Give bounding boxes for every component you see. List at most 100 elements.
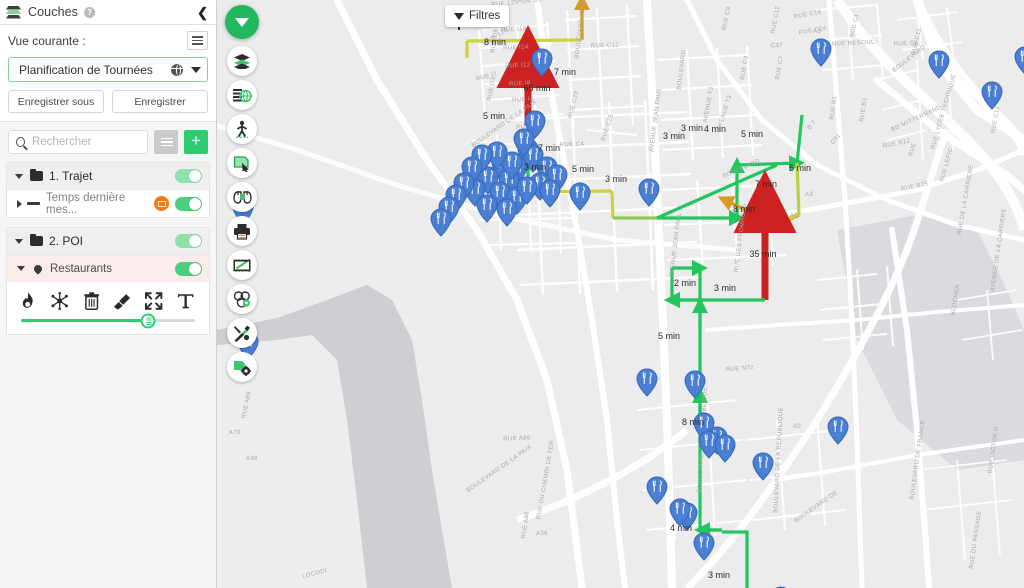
svg-text:5 min: 5 min — [789, 163, 811, 173]
svg-text:A79: A79 — [229, 430, 241, 436]
view-select[interactable]: Planification de Tournées — [8, 57, 208, 82]
layer-group-poi: 2. POI Restaurants — [6, 227, 210, 335]
svg-text:RUE A89: RUE A89 — [503, 436, 531, 443]
search-input[interactable] — [31, 136, 140, 148]
heatmap-icon[interactable] — [19, 291, 38, 311]
svg-text:5 min: 5 min — [483, 111, 505, 121]
buffer-rings-icon — [233, 290, 250, 308]
save-as-button[interactable]: Enregistrer sous — [8, 90, 104, 113]
add-layer-button[interactable]: + — [184, 130, 208, 154]
collapse-panel-button[interactable]: ❮ — [197, 6, 208, 19]
pedestrian-button[interactable] — [227, 114, 257, 144]
page-title: Couches — [28, 5, 79, 19]
map-canvas[interactable]: RUE I18 RUE I14 RUE I12 RUE I8 RUE I4 RU… — [217, 0, 1024, 588]
basemap-layers-button[interactable] — [227, 46, 257, 76]
svg-text:7 min: 7 min — [538, 143, 560, 153]
map-toolbar — [225, 5, 259, 382]
group-title: 2. POI — [49, 234, 84, 248]
line-symbol-icon — [27, 202, 40, 205]
save-button[interactable]: Enregistrer — [112, 90, 208, 113]
triangle-down-icon — [235, 17, 249, 27]
layer-visibility-toggle[interactable] — [175, 196, 202, 211]
list-view-icon — [160, 137, 173, 147]
map-toolbar-main-button[interactable] — [225, 5, 259, 39]
tools-button[interactable] — [227, 318, 257, 348]
layers-stack-icon — [6, 5, 21, 19]
layer-tools-row — [7, 282, 209, 315]
view-select-value: Planification de Tournées — [19, 62, 153, 77]
layer-name: Restaurants — [50, 262, 113, 275]
svg-text:7 min: 7 min — [755, 179, 777, 189]
binoculars-icon — [232, 191, 252, 204]
svg-text:35 min: 35 min — [749, 249, 776, 259]
search-box[interactable] — [8, 130, 148, 154]
print-icon — [234, 223, 250, 240]
application-root: RUE I18 RUE I14 RUE I12 RUE I8 RUE I4 RU… — [0, 0, 1024, 588]
tools-icon — [234, 325, 250, 342]
folder-icon — [30, 168, 43, 181]
opacity-slider-fill — [21, 319, 149, 322]
chevron-down-icon[interactable] — [15, 173, 23, 179]
svg-text:3 min: 3 min — [681, 123, 703, 133]
style-brush-icon[interactable] — [113, 291, 132, 311]
svg-text:4 min: 4 min — [704, 124, 726, 134]
svg-text:RUE C4: RUE C4 — [560, 142, 585, 149]
chevron-down-icon[interactable] — [15, 238, 23, 244]
svg-text:5 min: 5 min — [741, 129, 763, 139]
buffer-button[interactable] — [227, 284, 257, 314]
svg-text:5 min: 5 min — [572, 164, 594, 174]
layer-settings-button[interactable] — [227, 352, 257, 382]
binoculars-button[interactable] — [227, 182, 257, 212]
pin-symbol-icon — [32, 262, 44, 275]
orange-table-badge-icon[interactable] — [154, 196, 169, 211]
list-view-button[interactable] — [154, 130, 178, 154]
svg-text:C37: C37 — [771, 43, 784, 50]
filters-label: Filtres — [469, 10, 501, 22]
group-header-poi[interactable]: 2. POI — [7, 228, 209, 255]
zoom-extent-icon[interactable] — [144, 291, 163, 311]
label-text-icon[interactable] — [176, 291, 195, 311]
view-list-button[interactable] — [187, 31, 208, 50]
current-view-section: Vue courante : Planification de Tournées… — [0, 25, 216, 122]
svg-text:A3: A3 — [813, 29, 821, 35]
filters-button[interactable]: Filtres — [445, 5, 510, 30]
list-icon — [192, 36, 203, 45]
opacity-slider[interactable] — [21, 313, 195, 328]
pedestrian-icon — [236, 120, 248, 138]
search-icon — [16, 137, 25, 147]
chevron-right-icon[interactable] — [17, 199, 22, 208]
svg-text:3 min: 3 min — [605, 174, 627, 184]
geocode-globe-icon — [232, 88, 252, 102]
svg-text:8 min: 8 min — [733, 204, 755, 214]
layer-visibility-toggle[interactable] — [175, 261, 202, 276]
svg-text:2 min: 2 min — [674, 278, 696, 288]
chevron-down-icon[interactable] — [17, 266, 25, 271]
measure-ruler-icon — [233, 257, 251, 273]
opacity-slider-knob[interactable] — [140, 313, 156, 328]
help-circle-icon[interactable]: ? — [84, 6, 96, 18]
svg-text:3 min: 3 min — [524, 162, 546, 172]
group-visibility-toggle[interactable] — [175, 234, 202, 248]
search-row: + — [0, 122, 216, 162]
basemap-layers-icon — [234, 54, 250, 69]
select-polygon-button[interactable] — [227, 148, 257, 178]
print-button[interactable] — [227, 216, 257, 246]
folder-icon — [30, 233, 43, 246]
measure-button[interactable] — [227, 250, 257, 280]
svg-text:8 min: 8 min — [682, 417, 704, 427]
group-header-trajet[interactable]: 1. Trajet — [7, 163, 209, 190]
select-polygon-icon — [233, 155, 249, 172]
layer-row-temps-derniere-mesure[interactable]: Temps dernière mes... — [7, 190, 209, 217]
trash-icon[interactable] — [82, 291, 101, 311]
sidebar-header: Couches ? ❮ — [0, 0, 216, 25]
group-visibility-toggle[interactable] — [175, 169, 202, 183]
svg-text:3 min: 3 min — [708, 570, 730, 580]
layer-row-restaurants[interactable]: Restaurants — [7, 255, 209, 282]
opacity-slider-wrap — [7, 313, 209, 334]
geocode-button[interactable] — [227, 80, 257, 110]
svg-text:A38: A38 — [536, 531, 548, 537]
svg-text:4 min: 4 min — [670, 523, 692, 533]
svg-text:3 min: 3 min — [714, 283, 736, 293]
cluster-icon[interactable] — [50, 291, 69, 311]
globe-icon — [171, 63, 183, 76]
